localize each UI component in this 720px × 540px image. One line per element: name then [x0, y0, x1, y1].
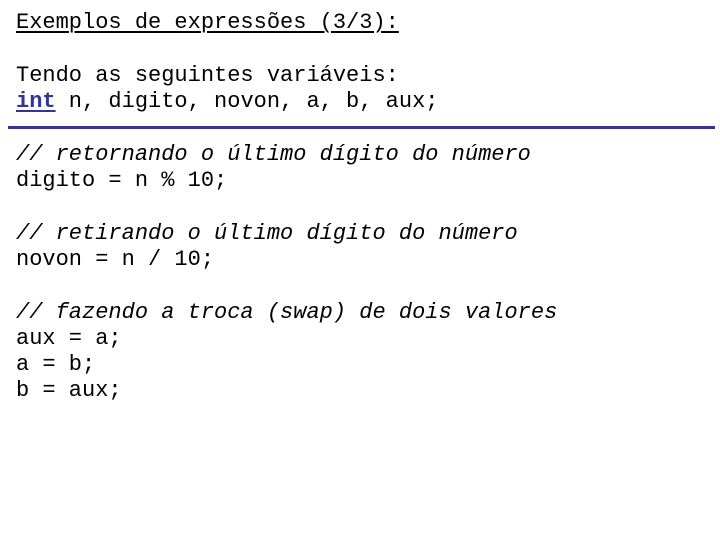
code-line: digito = n % 10;	[16, 168, 228, 193]
divider-rule	[8, 126, 715, 129]
code-line: b = aux;	[16, 378, 122, 403]
code-comment: // retornando o último dígito do número	[16, 142, 531, 167]
declaration-variables: n, digito, novon, a, b, aux;	[55, 89, 439, 114]
code-line: novon = n / 10;	[16, 247, 215, 272]
code-comment: // fazendo a troca (swap) de dois valore…	[16, 300, 558, 325]
int-keyword: int	[16, 89, 56, 114]
code-line: aux = a;	[16, 326, 122, 351]
code-line: a = b;	[16, 352, 96, 377]
variable-declaration: int n, digito, novon, a, b, aux;	[16, 89, 438, 115]
intro-text: Tendo as seguintes variáveis:	[16, 63, 399, 88]
code-comment: // retirando o último dígito do número	[16, 221, 518, 246]
slide-title: Exemplos de expressões (3/3):	[16, 10, 399, 35]
